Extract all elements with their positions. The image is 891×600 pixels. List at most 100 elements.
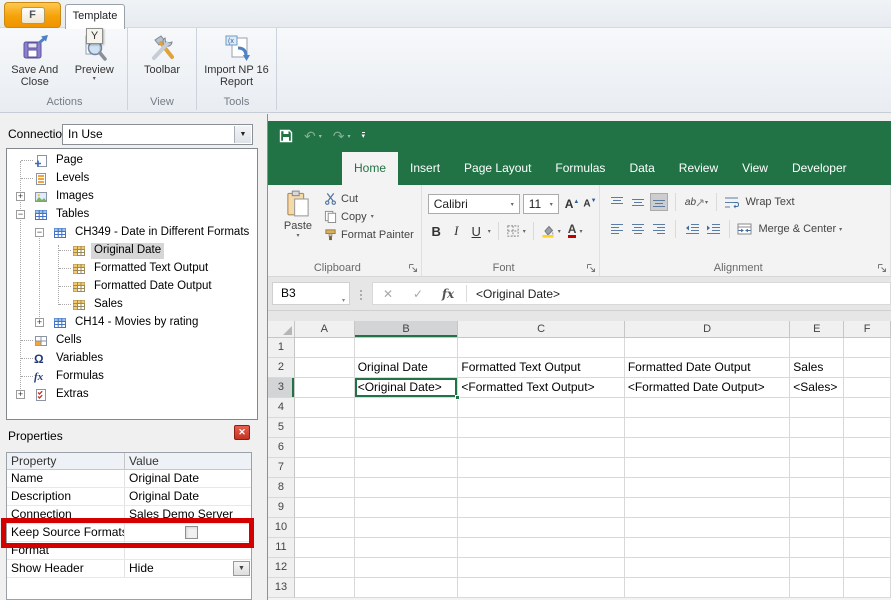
cell-A13[interactable] xyxy=(295,578,355,598)
cell-C1[interactable] xyxy=(458,338,624,358)
cell-D13[interactable] xyxy=(625,578,790,598)
cancel-icon[interactable]: ✕ xyxy=(373,287,403,301)
undo-dropdown-icon[interactable]: ▾ xyxy=(319,133,322,140)
cell-A8[interactable] xyxy=(295,478,355,498)
cell-C5[interactable] xyxy=(458,418,624,438)
tree-item-formatted-date-output[interactable]: Formatted Date Output xyxy=(7,278,257,296)
tree-item-page[interactable]: Page xyxy=(7,152,257,170)
cell-A3[interactable] xyxy=(295,378,355,398)
fill-color-icon[interactable] xyxy=(541,224,555,238)
paste-button[interactable]: Paste ▾ xyxy=(276,190,320,239)
redo-dropdown-icon[interactable]: ▾ xyxy=(347,133,350,140)
font-name-combo[interactable]: Calibri ▾ xyxy=(428,194,520,214)
font-name-dropdown-icon[interactable]: ▾ xyxy=(506,201,519,208)
preview-dropdown-icon[interactable]: ▾ xyxy=(93,76,96,83)
row-header-13[interactable]: 13 xyxy=(268,578,295,598)
align-left-icon[interactable] xyxy=(608,220,626,238)
merge-center-dropdown-icon[interactable]: ▾ xyxy=(839,226,842,233)
import-np-button[interactable]: (x Import NP 16 Report xyxy=(204,30,270,96)
align-right-icon[interactable] xyxy=(650,220,668,238)
column-header-E[interactable]: E xyxy=(790,321,844,338)
cell-B6[interactable] xyxy=(355,438,459,458)
cell-D6[interactable] xyxy=(625,438,790,458)
cell-B2[interactable]: Original Date xyxy=(355,358,459,378)
expand-icon[interactable]: + xyxy=(35,318,44,327)
property-value[interactable]: Original Date xyxy=(125,488,251,505)
cell-A6[interactable] xyxy=(295,438,355,458)
cell-B1[interactable] xyxy=(355,338,459,358)
cell-F10[interactable] xyxy=(844,518,891,538)
formula-input[interactable]: <Original Date> xyxy=(470,287,560,301)
cell-C10[interactable] xyxy=(458,518,624,538)
font-color-button[interactable]: A xyxy=(568,224,577,238)
cell-E4[interactable] xyxy=(790,398,844,418)
connection-dropdown-icon[interactable]: ▼ xyxy=(234,126,251,143)
cell-D2[interactable]: Formatted Date Output xyxy=(625,358,790,378)
cell-B7[interactable] xyxy=(355,458,459,478)
cell-B12[interactable] xyxy=(355,558,459,578)
fill-color-dropdown-icon[interactable]: ▾ xyxy=(558,228,561,235)
borders-dropdown-icon[interactable]: ▾ xyxy=(523,228,526,235)
cell-F7[interactable] xyxy=(844,458,891,478)
collapse-icon[interactable]: − xyxy=(35,228,44,237)
fill-handle[interactable] xyxy=(455,395,460,400)
cell-D8[interactable] xyxy=(625,478,790,498)
ribbon-tab-page-layout[interactable]: Page Layout xyxy=(452,152,543,185)
column-header-F[interactable]: F xyxy=(844,321,891,338)
increase-indent-icon[interactable] xyxy=(704,220,722,238)
cell-E9[interactable] xyxy=(790,498,844,518)
cell-C2[interactable]: Formatted Text Output xyxy=(458,358,624,378)
expand-icon[interactable]: + xyxy=(16,192,25,201)
cell-B10[interactable] xyxy=(355,518,459,538)
name-box-dropdown-icon[interactable]: ▾ xyxy=(342,291,345,312)
cell-C12[interactable] xyxy=(458,558,624,578)
cell-D5[interactable] xyxy=(625,418,790,438)
cell-A12[interactable] xyxy=(295,558,355,578)
cell-F3[interactable] xyxy=(844,378,891,398)
cell-B3[interactable]: <Original Date> xyxy=(355,378,459,398)
row-header-11[interactable]: 11 xyxy=(268,538,295,558)
cell-B9[interactable] xyxy=(355,498,459,518)
toolbar-button[interactable]: Toolbar xyxy=(132,30,192,96)
cell-F6[interactable] xyxy=(844,438,891,458)
collapse-icon[interactable]: − xyxy=(16,210,25,219)
tree-item-formulas[interactable]: fxFormulas xyxy=(7,368,257,386)
font-size-combo[interactable]: 11 ▾ xyxy=(523,194,559,214)
cell-D7[interactable] xyxy=(625,458,790,478)
cell-A11[interactable] xyxy=(295,538,355,558)
cell-F5[interactable] xyxy=(844,418,891,438)
column-header-D[interactable]: D xyxy=(625,321,790,338)
cell-A10[interactable] xyxy=(295,518,355,538)
column-header-B[interactable]: B xyxy=(355,321,459,338)
save-icon[interactable] xyxy=(279,129,293,143)
formula-bar-grip[interactable] xyxy=(360,288,362,302)
cell-E13[interactable] xyxy=(790,578,844,598)
row-header-6[interactable]: 6 xyxy=(268,438,295,458)
font-size-dropdown-icon[interactable]: ▾ xyxy=(545,201,558,208)
show-header-dropdown-icon[interactable]: ▼ xyxy=(233,561,250,576)
cell-D11[interactable] xyxy=(625,538,790,558)
copy-dropdown-icon[interactable]: ▾ xyxy=(371,213,374,220)
connection-select[interactable]: In Use ▼ xyxy=(62,124,253,145)
tree-item-ch349-date-in-different-formats[interactable]: −CH349 - Date in Different Formats xyxy=(7,224,257,242)
cell-A7[interactable] xyxy=(295,458,355,478)
cell-D9[interactable] xyxy=(625,498,790,518)
wrap-text-icon[interactable] xyxy=(724,196,739,209)
cell-D12[interactable] xyxy=(625,558,790,578)
decrease-indent-icon[interactable] xyxy=(683,220,701,238)
cell-A5[interactable] xyxy=(295,418,355,438)
cell-C4[interactable] xyxy=(458,398,624,418)
tree-item-cells[interactable]: Cells xyxy=(7,332,257,350)
cell-E8[interactable] xyxy=(790,478,844,498)
tree-item-levels[interactable]: Levels xyxy=(7,170,257,188)
grow-font-button[interactable]: A▲ xyxy=(565,197,580,211)
cell-A1[interactable] xyxy=(295,338,355,358)
alignment-dialog-launcher-icon[interactable] xyxy=(877,263,887,273)
cell-E1[interactable] xyxy=(790,338,844,358)
cell-E11[interactable] xyxy=(790,538,844,558)
cell-E5[interactable] xyxy=(790,418,844,438)
cell-B5[interactable] xyxy=(355,418,459,438)
tree-item-original-date[interactable]: Original Date xyxy=(7,242,257,260)
borders-icon[interactable] xyxy=(506,224,520,238)
tree-item-images[interactable]: +Images xyxy=(7,188,257,206)
